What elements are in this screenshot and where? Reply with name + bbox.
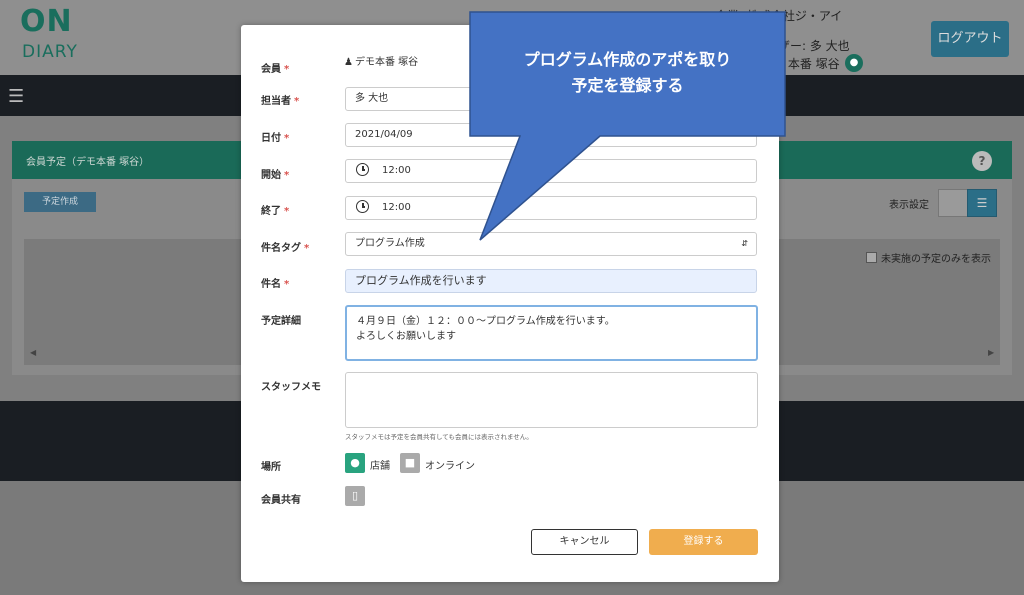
logo-on-text: ON	[20, 4, 73, 39]
create-schedule-button[interactable]: 予定作成	[24, 192, 96, 212]
help-icon[interactable]: ?	[972, 151, 992, 171]
callout-text: プログラム作成のアポを取り 予定を登録する	[470, 47, 785, 99]
tag-select[interactable]: プログラム作成 ⇵	[345, 232, 757, 256]
person-icon: ♟	[344, 57, 353, 68]
cancel-button[interactable]: キャンセル	[531, 529, 638, 555]
callout-line-2: 予定を登録する	[571, 76, 684, 95]
hamburger-menu-icon[interactable]: ☰	[8, 86, 24, 107]
member-value: ♟ デモ本番 塚谷	[344, 57, 419, 68]
callout-line-1: プログラム作成のアポを取り	[523, 50, 732, 69]
scroll-left-icon[interactable]: ◀	[30, 348, 36, 357]
start-label: 開始 *	[261, 170, 290, 181]
location-label: 場所	[261, 462, 281, 473]
calendar-view-icon[interactable]	[938, 189, 968, 217]
register-button[interactable]: 登録する	[649, 529, 758, 555]
clock-icon	[356, 200, 369, 213]
clock-icon	[356, 163, 369, 176]
member-name: : 本番 塚谷	[780, 57, 840, 71]
staff-memo-textarea[interactable]	[345, 372, 758, 428]
subject-field[interactable]: プログラム作成を行います	[345, 269, 757, 293]
company-name: 企業: 株式会社ジ・アイ	[715, 9, 843, 23]
logout-button[interactable]: ログアウト	[931, 21, 1009, 57]
staff-memo-hint: スタッフメモは予定を会員共有しても会員には表示されません。	[345, 433, 533, 441]
detail-textarea[interactable]: ４月９日（金）１２：００〜プログラム作成を行います。 よろしくお願いします	[345, 305, 758, 361]
staff-memo-label: スタッフメモ	[261, 382, 321, 393]
subject-label: 件名 *	[261, 279, 290, 290]
store-location-icon[interactable]: ●	[345, 453, 365, 473]
member-label: 会員 *	[261, 64, 290, 75]
end-time-field[interactable]: 12:00	[345, 196, 757, 220]
end-label: 終了 *	[261, 206, 290, 217]
staff-name: ザー: 多 大也	[778, 39, 850, 53]
list-view-icon[interactable]: ☰	[967, 189, 997, 217]
member-badge-icon[interactable]: ●	[845, 54, 863, 72]
online-location-label: オンライン	[425, 461, 475, 472]
online-video-icon[interactable]: ■	[400, 453, 420, 473]
share-label: 会員共有	[261, 495, 301, 506]
display-setting-label: 表示設定	[889, 200, 929, 211]
scroll-right-icon[interactable]: ▶	[988, 348, 994, 357]
store-location-label: 店舗	[370, 461, 390, 472]
staff-label: 担当者 *	[261, 96, 300, 107]
unfinished-only-label: 未実施の予定のみを表示	[881, 254, 991, 265]
date-label: 日付 *	[261, 133, 290, 144]
app-logo[interactable]: ON DIARY	[20, 4, 80, 64]
unfinished-only-checkbox[interactable]: 未実施の予定のみを表示	[866, 250, 991, 265]
select-arrow-icon: ⇵	[741, 239, 748, 248]
mobile-share-icon[interactable]: ▯	[345, 486, 365, 506]
checkbox-icon[interactable]	[866, 252, 877, 263]
schedule-modal: 会員 * ♟ デモ本番 塚谷 担当者 * 多 大也 日付 * 2021/04/09 開始…	[241, 25, 779, 582]
detail-label: 予定詳細	[261, 316, 301, 327]
schedule-card-title: 会員予定（デモ本番 塚谷）	[26, 157, 150, 168]
tag-label: 件名タグ *	[261, 243, 310, 254]
start-time-field[interactable]: 12:00	[345, 159, 757, 183]
logo-diary-text: DIARY	[22, 42, 78, 62]
date-field[interactable]: 2021/04/09	[345, 123, 757, 147]
